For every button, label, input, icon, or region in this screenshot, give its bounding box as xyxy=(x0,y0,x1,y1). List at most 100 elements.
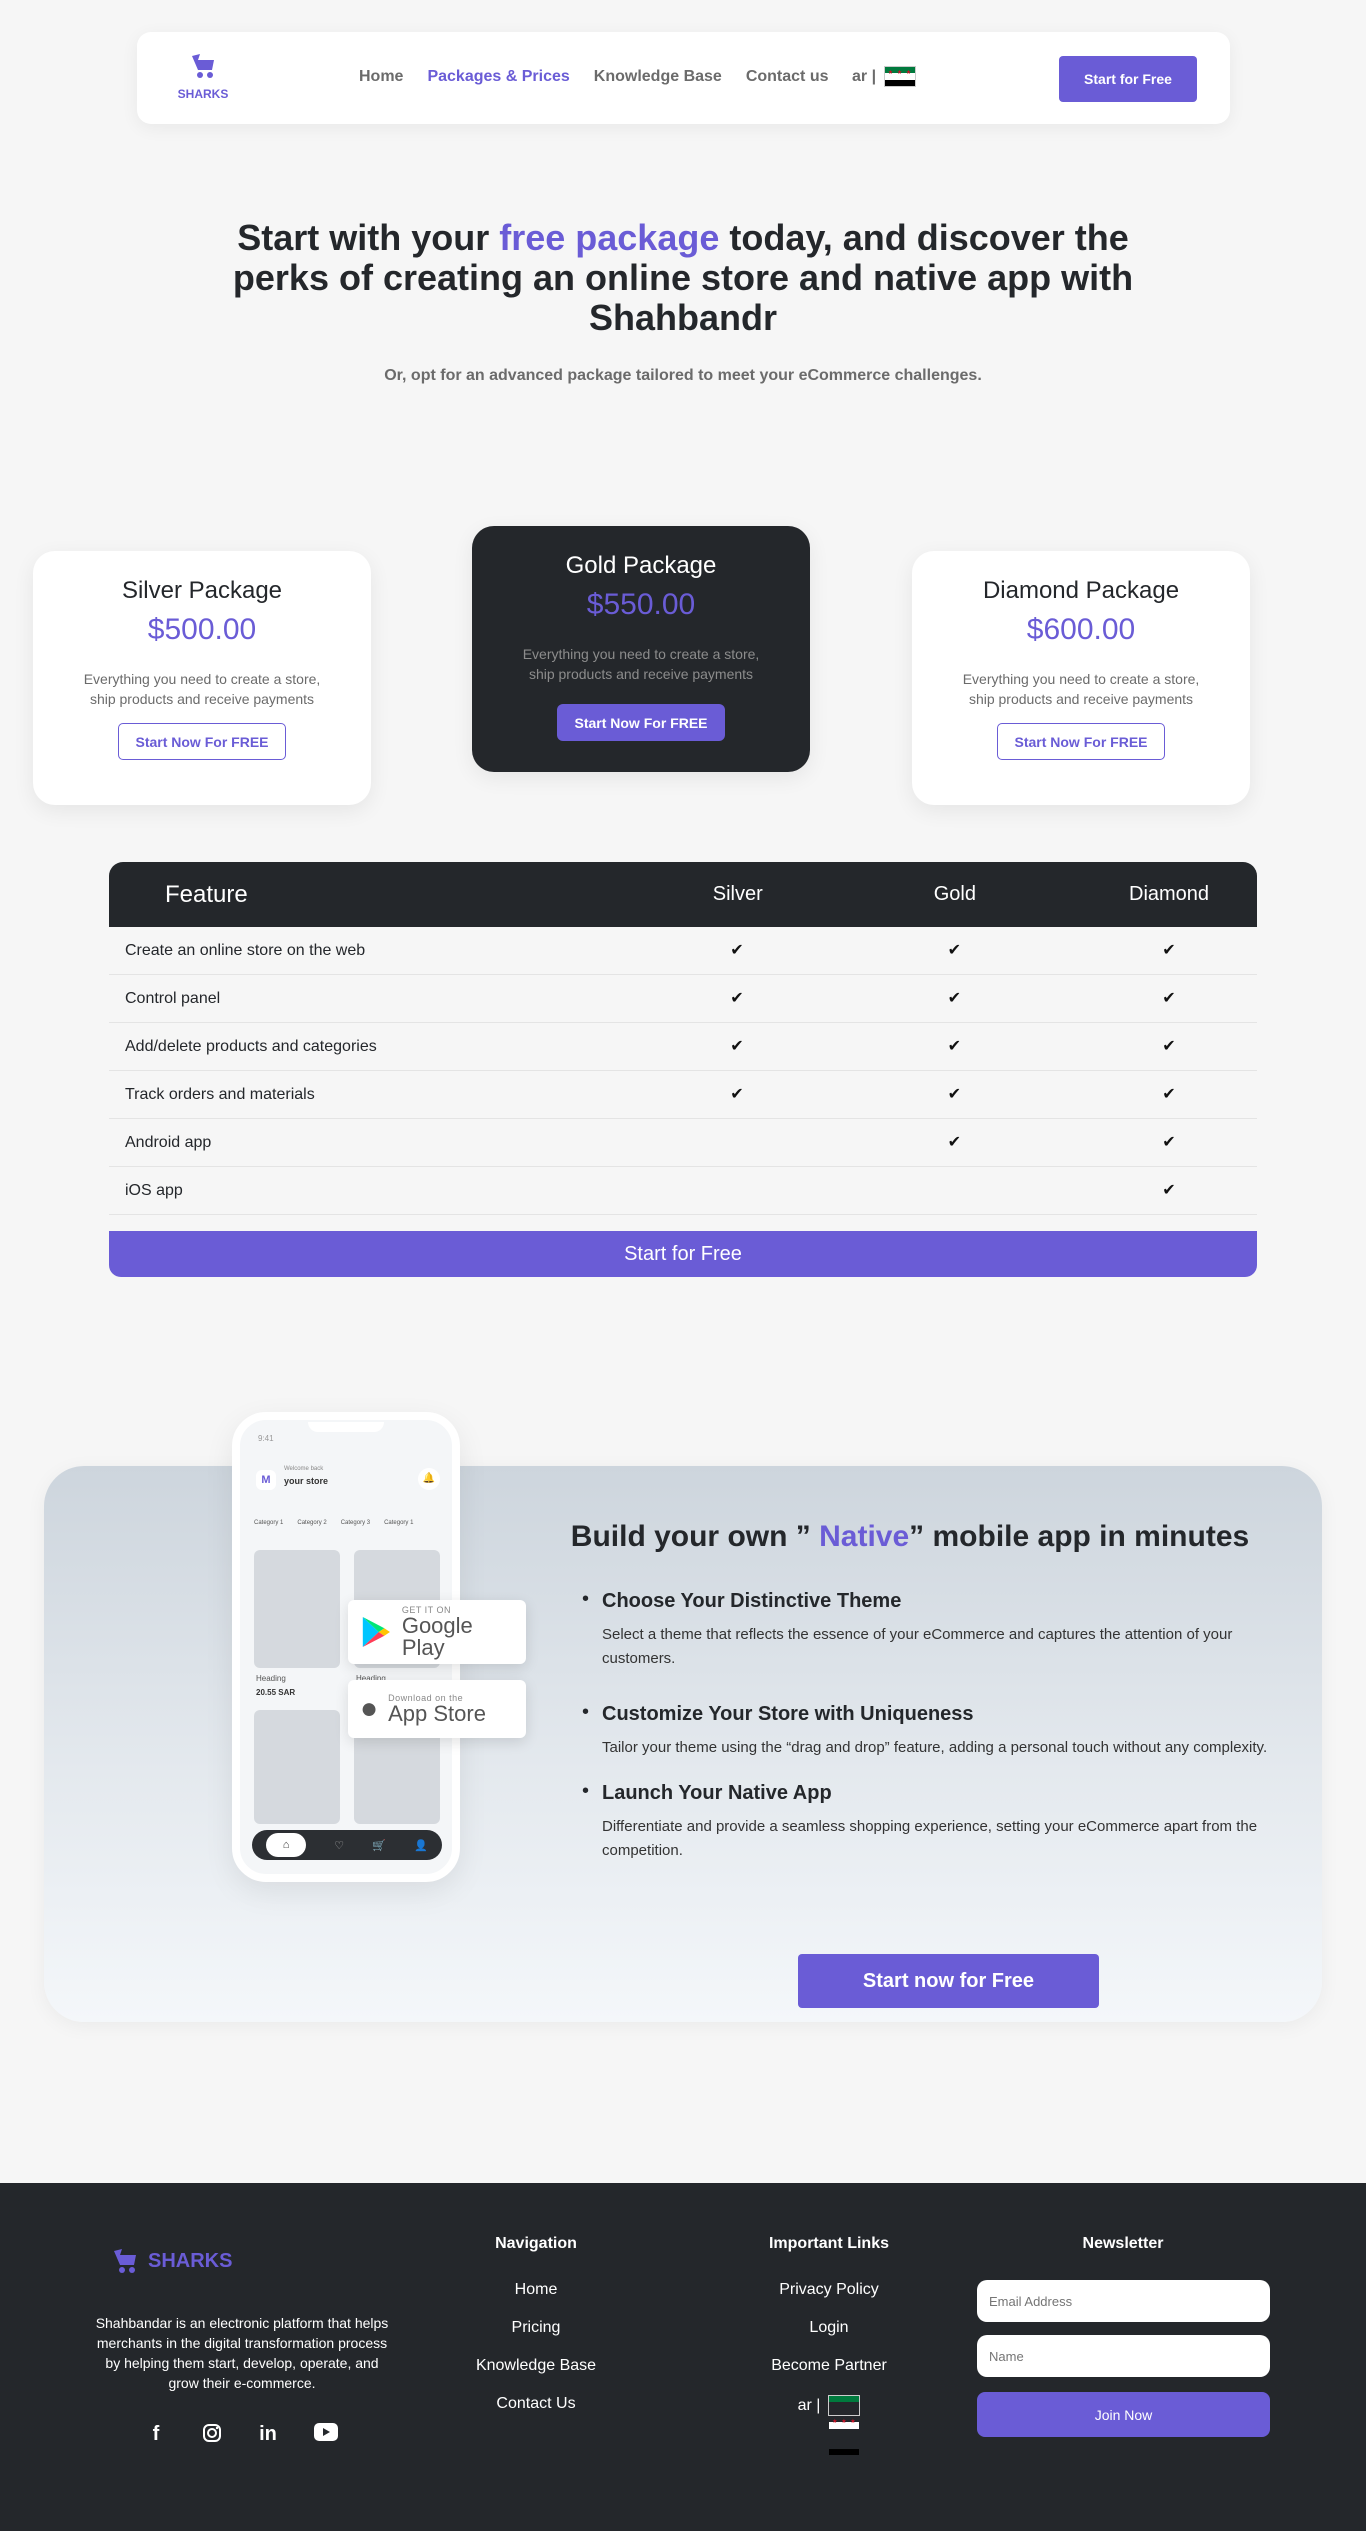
brand-name: SHARKS xyxy=(177,87,229,101)
check-icon: ✔ xyxy=(947,1085,962,1103)
phone-notch xyxy=(308,1422,384,1432)
app-section-title: Build your own ” Native” mobile app in m… xyxy=(560,1520,1260,1554)
footer-link-partner[interactable]: Become Partner xyxy=(729,2357,929,2375)
footer-about: Shahbandar is an electronic platform tha… xyxy=(95,2315,389,2391)
silver-start-button[interactable]: Start Now For FREE xyxy=(118,723,286,760)
social-links: f in xyxy=(146,2423,338,2449)
footer-navigation: Navigation Home Pricing Knowledge Base C… xyxy=(436,2235,636,2433)
check-icon: ✔ xyxy=(1162,1133,1176,1151)
table-row: Add/delete products and categories ✔ ✔ ✔ xyxy=(109,1023,1257,1071)
hero-title: Start with your free package today, and … xyxy=(230,218,1136,338)
gold-availability: ✔ xyxy=(828,1038,1081,1056)
instagram-icon[interactable] xyxy=(202,2423,222,2449)
newsletter-email-input[interactable] xyxy=(977,2280,1270,2322)
app-feature-item: Launch Your Native App Differentiate and… xyxy=(582,1780,1282,1863)
footer-links-title: Important Links xyxy=(768,2235,889,2252)
app-title-pre: Build your own ” xyxy=(570,1520,820,1553)
package-price: $500.00 xyxy=(147,613,257,646)
footer-language-switcher[interactable]: ar | xyxy=(729,2395,929,2455)
check-icon: ✔ xyxy=(730,989,744,1007)
table-row: Create an online store on the web ✔ ✔ ✔ xyxy=(109,927,1257,975)
user-icon: 👤 xyxy=(414,1839,428,1852)
footer-important-links: Important Links Privacy Policy Login Bec… xyxy=(729,2235,929,2455)
app-feature-list: Choose Your Distinctive Theme Select a t… xyxy=(582,1588,1282,1885)
newsletter-name-input[interactable] xyxy=(977,2335,1270,2377)
newsletter-join-button[interactable]: Join Now xyxy=(977,2392,1270,2437)
home-icon: ⌂ xyxy=(266,1833,307,1857)
phone-time: 9:41 xyxy=(258,1434,274,1443)
package-card-silver: Silver Package $500.00 Everything you ne… xyxy=(33,551,371,805)
top-navbar: SHARKS Home Packages & Prices Knowledge … xyxy=(137,32,1230,124)
brand-logo[interactable]: SHARKS xyxy=(175,52,231,104)
footer-nav-pricing[interactable]: Pricing xyxy=(436,2319,636,2337)
check-icon: ✔ xyxy=(730,1085,744,1103)
diamond-availability: ✔ xyxy=(1081,1182,1257,1200)
language-switcher[interactable]: ar | xyxy=(852,66,917,87)
silver-availability: ✔ xyxy=(646,990,828,1008)
table-row: iOS app ✔ xyxy=(109,1167,1257,1215)
package-name: Gold Package xyxy=(565,552,717,579)
feature-name: Android app xyxy=(125,1133,212,1151)
diamond-availability: ✔ xyxy=(1081,1038,1257,1056)
phone-welcome: Welcome back xyxy=(284,1466,324,1472)
nav-link-knowledge-base[interactable]: Knowledge Base xyxy=(594,68,722,86)
footer-nav-title: Navigation xyxy=(495,2235,577,2252)
app-feature-title: Choose Your Distinctive Theme xyxy=(602,1590,902,1612)
gold-availability: ✔ xyxy=(828,942,1081,960)
gold-availability: ✔ xyxy=(828,990,1081,1008)
newsletter-title: Newsletter xyxy=(1082,2235,1164,2252)
diamond-start-button[interactable]: Start Now For FREE xyxy=(997,723,1165,760)
shark-cart-icon xyxy=(192,54,214,78)
app-feature-item: Choose Your Distinctive Theme Select a t… xyxy=(582,1588,1282,1671)
gold-start-button[interactable]: Start Now For FREE xyxy=(557,704,725,741)
hero-subtitle: Or, opt for an advanced package tailored… xyxy=(384,367,982,384)
diamond-availability: ✔ xyxy=(1081,942,1257,960)
phone-category: Category 1 xyxy=(384,1520,414,1526)
footer-link-login[interactable]: Login xyxy=(729,2319,929,2337)
app-title-highlight: Native xyxy=(819,1520,910,1553)
app-feature-title: Customize Your Store with Uniqueness xyxy=(602,1703,974,1725)
nav-link-packages[interactable]: Packages & Prices xyxy=(427,68,569,86)
shark-cart-icon xyxy=(114,2249,136,2273)
package-price: $550.00 xyxy=(586,588,696,621)
gold-availability: ✔ xyxy=(828,1086,1081,1104)
footer-logo[interactable]: SHARKS xyxy=(108,2247,232,2275)
nav-start-free-button[interactable]: Start for Free xyxy=(1059,56,1197,102)
check-icon: ✔ xyxy=(947,989,962,1007)
silver-availability: ✔ xyxy=(646,1038,828,1056)
diamond-availability: ✔ xyxy=(1081,990,1257,1008)
feature-comparison-table: Feature Silver Gold Diamond Create an on… xyxy=(109,862,1257,1277)
nav-link-contact[interactable]: Contact us xyxy=(746,68,829,86)
check-icon: ✔ xyxy=(1162,989,1176,1007)
youtube-icon[interactable] xyxy=(314,2423,338,2449)
google-play-label: Google Play xyxy=(401,1613,473,1660)
footer-lang-label: ar | xyxy=(797,2396,821,2414)
syria-flag-icon xyxy=(828,2395,861,2455)
table-start-free-button[interactable]: Start for Free xyxy=(109,1231,1257,1277)
app-start-free-button[interactable]: Start now for Free xyxy=(798,1954,1099,2008)
hero-title-highlight: free package xyxy=(499,217,720,258)
nav-link-home[interactable]: Home xyxy=(359,68,403,86)
footer: SHARKS Shahbandar is an electronic platf… xyxy=(0,2183,1366,2531)
gold-availability: ✔ xyxy=(828,1134,1081,1152)
footer-nav-contact[interactable]: Contact Us xyxy=(436,2395,636,2413)
check-icon: ✔ xyxy=(1162,1037,1176,1055)
linkedin-icon[interactable]: in xyxy=(258,2423,278,2449)
table-header: Feature Silver Gold Diamond xyxy=(109,862,1257,927)
app-feature-item: Customize Your Store with Uniqueness Tai… xyxy=(582,1701,1282,1760)
app-store-badge[interactable]: ● Download on the App Store xyxy=(348,1680,526,1738)
facebook-icon[interactable]: f xyxy=(146,2423,166,2449)
footer-nav-knowledge-base[interactable]: Knowledge Base xyxy=(436,2357,636,2375)
package-description: Everything you need to create a store, s… xyxy=(83,671,321,707)
product-price: 20.55 SAR xyxy=(256,1688,296,1697)
app-feature-text: Select a theme that reflects the essence… xyxy=(602,1626,1233,1667)
app-store-label: App Store xyxy=(388,1701,486,1726)
phone-categories: Category 1 Category 2 Category 3 Categor… xyxy=(254,1520,413,1526)
table-body: Create an online store on the web ✔ ✔ ✔ Cont… xyxy=(109,927,1257,1215)
google-play-icon xyxy=(362,1617,390,1647)
footer-link-privacy[interactable]: Privacy Policy xyxy=(729,2281,929,2299)
google-play-badge[interactable]: GET IT ON Google Play xyxy=(348,1600,526,1664)
footer-nav-home[interactable]: Home xyxy=(436,2281,636,2299)
app-feature-text: Tailor your theme using the “drag and dr… xyxy=(602,1739,1268,1756)
feature-name: Create an online store on the web xyxy=(125,941,366,959)
